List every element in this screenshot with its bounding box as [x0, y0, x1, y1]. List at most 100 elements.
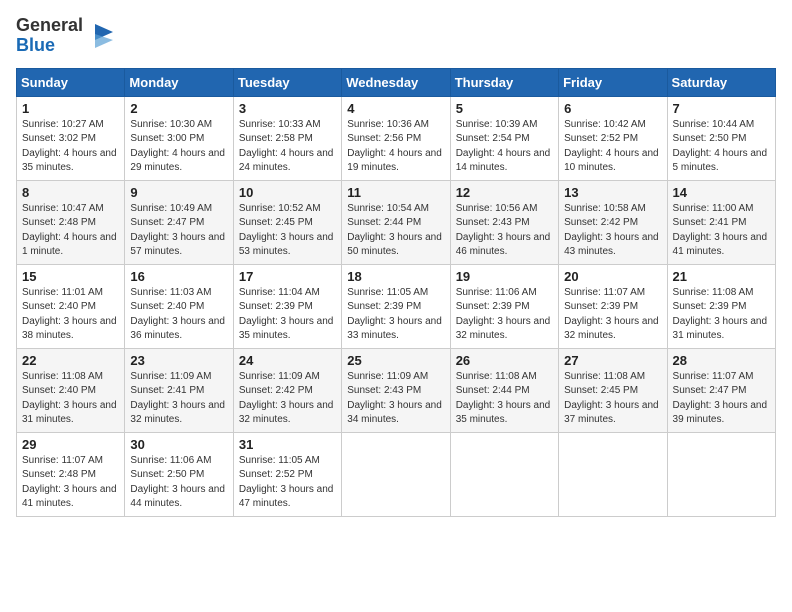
day-info: Sunrise: 11:05 AMSunset: 2:39 PMDaylight…: [347, 286, 444, 344]
day-info: Sunrise: 11:07 AMSunset: 2:47 PMDaylight…: [673, 370, 770, 428]
calendar-cell: 30 Sunrise: 11:06 AMSunset: 2:50 PMDaylig…: [125, 432, 233, 516]
day-number: 2: [130, 101, 227, 116]
day-info: Sunrise: 11:03 AMSunset: 2:40 PMDaylight…: [130, 286, 227, 344]
week-row-2: 8 Sunrise: 10:47 AMSunset: 2:48 PMDayligh…: [17, 180, 776, 264]
day-number: 10: [239, 185, 336, 200]
calendar-cell: 6 Sunrise: 10:42 AMSunset: 2:52 PMDayligh…: [559, 96, 667, 180]
day-info: Sunrise: 11:08 AMSunset: 2:40 PMDaylight…: [22, 370, 119, 428]
day-number: 18: [347, 269, 444, 284]
day-number: 19: [456, 269, 553, 284]
day-info: Sunrise: 10:52 AMSunset: 2:45 PMDaylight…: [239, 202, 336, 260]
calendar-cell: 2 Sunrise: 10:30 AMSunset: 3:00 PMDayligh…: [125, 96, 233, 180]
day-number: 4: [347, 101, 444, 116]
day-info: Sunrise: 11:09 AMSunset: 2:42 PMDaylight…: [239, 370, 336, 428]
calendar-cell: 4 Sunrise: 10:36 AMSunset: 2:56 PMDayligh…: [342, 96, 450, 180]
day-number: 13: [564, 185, 661, 200]
day-number: 24: [239, 353, 336, 368]
calendar-cell: [342, 432, 450, 516]
day-number: 1: [22, 101, 119, 116]
week-row-5: 29 Sunrise: 11:07 AMSunset: 2:48 PMDaylig…: [17, 432, 776, 516]
day-number: 8: [22, 185, 119, 200]
day-number: 25: [347, 353, 444, 368]
calendar-cell: 21Sunrise: 11:08 AMSunset: 2:39 PMDaylig…: [667, 264, 775, 348]
calendar-cell: 20Sunrise: 11:07 AMSunset: 2:39 PMDaylig…: [559, 264, 667, 348]
day-info: Sunrise: 11:08 AMSunset: 2:39 PMDaylight…: [673, 286, 770, 344]
calendar-cell: 22 Sunrise: 11:08 AMSunset: 2:40 PMDaylig…: [17, 348, 125, 432]
day-number: 7: [673, 101, 770, 116]
day-number: 16: [130, 269, 227, 284]
header-wednesday: Wednesday: [342, 68, 450, 96]
day-info: Sunrise: 11:07 AMSunset: 2:39 PMDaylight…: [564, 286, 661, 344]
calendar-cell: 17 Sunrise: 11:04 AMSunset: 2:39 PMDaylig…: [233, 264, 341, 348]
calendar-cell: 5Sunrise: 10:39 AMSunset: 2:54 PMDayligh…: [450, 96, 558, 180]
page-header: General Blue: [16, 16, 776, 56]
calendar-cell: 9Sunrise: 10:49 AMSunset: 2:47 PMDayligh…: [125, 180, 233, 264]
calendar-cell: 10 Sunrise: 10:52 AMSunset: 2:45 PMDaylig…: [233, 180, 341, 264]
day-number: 3: [239, 101, 336, 116]
day-info: Sunrise: 11:07 AMSunset: 2:48 PMDaylight…: [22, 454, 119, 512]
header-sunday: Sunday: [17, 68, 125, 96]
calendar-cell: 11 Sunrise: 10:54 AMSunset: 2:44 PMDaylig…: [342, 180, 450, 264]
day-info: Sunrise: 11:01 AMSunset: 2:40 PMDaylight…: [22, 286, 119, 344]
day-info: Sunrise: 11:04 AMSunset: 2:39 PMDaylight…: [239, 286, 336, 344]
day-number: 31: [239, 437, 336, 452]
calendar-cell: 18 Sunrise: 11:05 AMSunset: 2:39 PMDaylig…: [342, 264, 450, 348]
day-number: 6: [564, 101, 661, 116]
calendar-cell: 25 Sunrise: 11:09 AMSunset: 2:43 PMDaylig…: [342, 348, 450, 432]
day-info: Sunrise: 11:09 AMSunset: 2:43 PMDaylight…: [347, 370, 444, 428]
calendar-cell: 24 Sunrise: 11:09 AMSunset: 2:42 PMDaylig…: [233, 348, 341, 432]
day-info: Sunrise: 11:08 AMSunset: 2:44 PMDaylight…: [456, 370, 553, 428]
calendar-cell: 15 Sunrise: 11:01 AMSunset: 2:40 PMDaylig…: [17, 264, 125, 348]
day-number: 28: [673, 353, 770, 368]
day-info: Sunrise: 10:54 AMSunset: 2:44 PMDaylight…: [347, 202, 444, 260]
day-number: 23: [130, 353, 227, 368]
day-info: Sunrise: 10:30 AMSunset: 3:00 PMDaylight…: [130, 118, 227, 176]
calendar-cell: 23 Sunrise: 11:09 AMSunset: 2:41 PMDaylig…: [125, 348, 233, 432]
day-info: Sunrise: 10:36 AMSunset: 2:56 PMDaylight…: [347, 118, 444, 176]
calendar-cell: 14Sunrise: 11:00 AMSunset: 2:41 PMDaylig…: [667, 180, 775, 264]
calendar-cell: 3 Sunrise: 10:33 AMSunset: 2:58 PMDayligh…: [233, 96, 341, 180]
day-info: Sunrise: 11:05 AMSunset: 2:52 PMDaylight…: [239, 454, 336, 512]
calendar-cell: 31 Sunrise: 11:05 AMSunset: 2:52 PMDaylig…: [233, 432, 341, 516]
calendar-cell: 27 Sunrise: 11:08 AMSunset: 2:45 PMDaylig…: [559, 348, 667, 432]
header-saturday: Saturday: [667, 68, 775, 96]
day-info: Sunrise: 10:44 AMSunset: 2:50 PMDaylight…: [673, 118, 770, 176]
day-info: Sunrise: 11:09 AMSunset: 2:41 PMDaylight…: [130, 370, 227, 428]
day-info: Sunrise: 10:27 AMSunset: 3:02 PMDaylight…: [22, 118, 119, 176]
day-number: 22: [22, 353, 119, 368]
calendar-cell: 26Sunrise: 11:08 AMSunset: 2:44 PMDaylig…: [450, 348, 558, 432]
week-row-4: 22 Sunrise: 11:08 AMSunset: 2:40 PMDaylig…: [17, 348, 776, 432]
day-info: Sunrise: 10:42 AMSunset: 2:52 PMDaylight…: [564, 118, 661, 176]
day-number: 29: [22, 437, 119, 452]
calendar-cell: 7 Sunrise: 10:44 AMSunset: 2:50 PMDayligh…: [667, 96, 775, 180]
calendar-cell: 19 Sunrise: 11:06 AMSunset: 2:39 PMDaylig…: [450, 264, 558, 348]
day-info: Sunrise: 11:06 AMSunset: 2:50 PMDaylight…: [130, 454, 227, 512]
day-info: Sunrise: 10:33 AMSunset: 2:58 PMDaylight…: [239, 118, 336, 176]
day-info: Sunrise: 11:08 AMSunset: 2:45 PMDaylight…: [564, 370, 661, 428]
header-tuesday: Tuesday: [233, 68, 341, 96]
day-info: Sunrise: 10:47 AMSunset: 2:48 PMDaylight…: [22, 202, 119, 260]
day-number: 11: [347, 185, 444, 200]
day-number: 27: [564, 353, 661, 368]
day-number: 17: [239, 269, 336, 284]
day-number: 15: [22, 269, 119, 284]
calendar-header: SundayMondayTuesdayWednesdayThursdayFrid…: [17, 68, 776, 96]
day-number: 30: [130, 437, 227, 452]
week-row-1: 1 Sunrise: 10:27 AMSunset: 3:02 PMDayligh…: [17, 96, 776, 180]
calendar-cell: 28 Sunrise: 11:07 AMSunset: 2:47 PMDaylig…: [667, 348, 775, 432]
calendar-body: 1 Sunrise: 10:27 AMSunset: 3:02 PMDayligh…: [17, 96, 776, 516]
calendar-cell: 8 Sunrise: 10:47 AMSunset: 2:48 PMDayligh…: [17, 180, 125, 264]
day-info: Sunrise: 10:56 AMSunset: 2:43 PMDaylight…: [456, 202, 553, 260]
day-info: Sunrise: 10:58 AMSunset: 2:42 PMDaylight…: [564, 202, 661, 260]
day-number: 5: [456, 101, 553, 116]
logo-icon: [85, 22, 113, 50]
calendar-table: SundayMondayTuesdayWednesdayThursdayFrid…: [16, 68, 776, 517]
day-number: 12: [456, 185, 553, 200]
calendar-cell: [667, 432, 775, 516]
day-info: Sunrise: 11:06 AMSunset: 2:39 PMDaylight…: [456, 286, 553, 344]
calendar-cell: [559, 432, 667, 516]
header-row: SundayMondayTuesdayWednesdayThursdayFrid…: [17, 68, 776, 96]
calendar-cell: 13 Sunrise: 10:58 AMSunset: 2:42 PMDaylig…: [559, 180, 667, 264]
day-info: Sunrise: 11:00 AMSunset: 2:41 PMDaylight…: [673, 202, 770, 260]
logo: General Blue: [16, 16, 113, 56]
